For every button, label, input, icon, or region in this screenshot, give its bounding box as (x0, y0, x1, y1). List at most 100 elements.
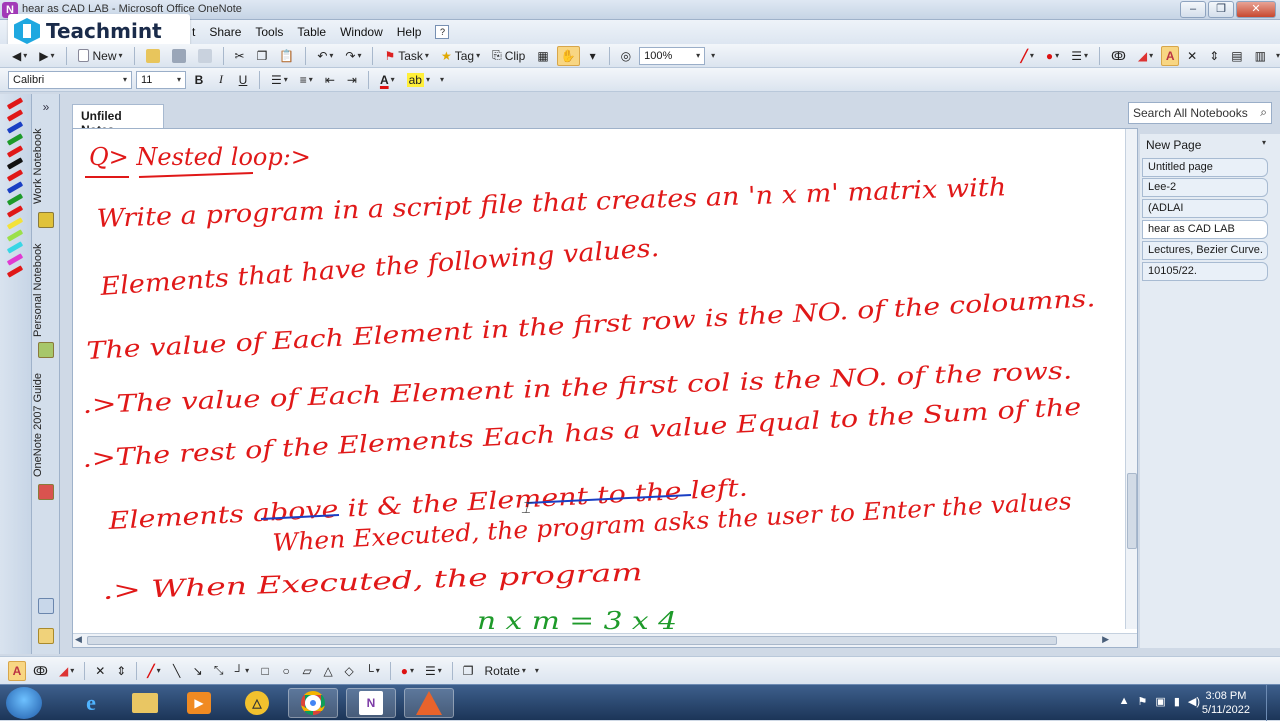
cyan-highlighter-icon[interactable] (6, 241, 24, 254)
toolbar-options-icon-2[interactable]: ▾ (1276, 51, 1280, 60)
toolbar-options-icon-3[interactable]: ▾ (440, 75, 444, 84)
diamond-icon[interactable]: ◇ (340, 661, 358, 681)
triangle-icon[interactable]: △ (319, 661, 337, 681)
underline-button[interactable]: U (234, 70, 252, 90)
tag-button[interactable]: ★ Tag ▾ (437, 46, 484, 66)
new-page-button[interactable]: New Page ▾ (1142, 136, 1270, 156)
color-palette-icon[interactable]: ● ▾ (397, 661, 418, 681)
paste-icon[interactable]: 📋 (275, 46, 298, 66)
minimize-button[interactable]: – (1180, 1, 1206, 18)
pan-icon[interactable]: ✋ (556, 45, 580, 66)
green-highlighter-icon[interactable] (6, 229, 24, 242)
notebook-tab-work[interactable]: Work Notebook (32, 124, 60, 208)
new-page-dropdown-icon[interactable]: ▾ (1262, 138, 1266, 154)
graph-icon[interactable]: └ ▾ (361, 661, 384, 681)
red-pen-icon[interactable] (6, 109, 24, 122)
show-desktop-button[interactable] (1266, 685, 1280, 721)
yellow-highlighter-icon[interactable] (6, 217, 24, 230)
eraser-icon[interactable]: ◢ ▾ (55, 661, 78, 681)
menu-format[interactable]: t (192, 25, 195, 39)
insert-space-icon[interactable]: ⇕ (1205, 46, 1223, 66)
file-explorer-icon[interactable] (120, 688, 170, 718)
green-pen-icon[interactable] (6, 133, 24, 146)
menu-share[interactable]: Share (209, 25, 241, 39)
numbering-icon[interactable]: ≡ ▾ (296, 70, 317, 90)
page-tab[interactable]: (ADLAI (1142, 199, 1268, 218)
decrease-indent-icon[interactable]: ⇤ (321, 70, 339, 90)
help-icon[interactable]: ? (435, 25, 450, 39)
print-icon[interactable] (168, 46, 190, 66)
insert-space-icon[interactable]: ⇕ (112, 661, 130, 681)
toolbar-options-icon-4[interactable]: ▾ (535, 666, 539, 675)
note-page[interactable]: Q> Nested loop:> Write a program in a sc… (72, 128, 1138, 648)
line-icon[interactable]: ╲ (168, 661, 186, 681)
pen-color-icon[interactable]: ╱ ▾ (1017, 46, 1038, 66)
bullets-icon[interactable]: ☰ ▾ (267, 70, 292, 90)
search-icon[interactable]: ⌕ (1260, 105, 1267, 120)
page-tab-selected[interactable]: hear as CAD LAB (1142, 220, 1268, 239)
red-pen-icon[interactable] (6, 145, 24, 158)
red-pen-icon[interactable] (6, 205, 24, 218)
page-tab[interactable]: Lee-2 (1142, 178, 1268, 197)
clip-button[interactable]: ⎘ Clip (488, 46, 529, 66)
page-tab[interactable]: Lectures, Bezier Curve. (1142, 241, 1268, 260)
chrome-icon[interactable] (288, 688, 338, 718)
media-player-icon[interactable]: ▶ (174, 688, 224, 718)
network-icon[interactable]: ▣ (1155, 695, 1165, 708)
scroll-right-icon[interactable]: ▶ (1102, 634, 1109, 645)
line-weight-icon[interactable]: ☰ ▾ (421, 661, 446, 681)
menu-window[interactable]: Window (340, 25, 383, 39)
back-icon[interactable]: ◀ ▾ (8, 46, 31, 66)
highlighter-icon[interactable]: ● ▾ (1042, 46, 1063, 66)
font-select[interactable]: Calibri ▾ (8, 70, 132, 89)
section-tab-unfiled-notes[interactable]: Unfiled Notes (72, 104, 164, 137)
volume-icon[interactable]: ◀) (1188, 695, 1200, 708)
rectangle-icon[interactable]: □ (256, 661, 274, 681)
arrow-icon[interactable]: ↘ (189, 661, 207, 681)
font-size-select[interactable]: 11 ▾ (136, 70, 186, 89)
horizontal-scroll-thumb[interactable] (87, 636, 1057, 645)
full-page-icon[interactable]: ▥ (1251, 46, 1270, 66)
red-pen-icon[interactable] (6, 169, 24, 182)
menu-tools[interactable]: Tools (255, 25, 283, 39)
new-button[interactable]: New ▾ (74, 46, 127, 66)
print-preview-icon[interactable] (194, 46, 216, 66)
delete-icon[interactable]: ✕ (1183, 46, 1201, 66)
clock[interactable]: 3:08 PM 5/11/2022 (1202, 689, 1250, 717)
notebook-tab-personal[interactable]: Personal Notebook (32, 238, 60, 342)
forward-icon[interactable]: ▶ ▾ (35, 46, 58, 66)
start-button[interactable] (6, 687, 42, 719)
zoom-select[interactable]: 100% ▾ (639, 46, 706, 65)
green-pen-icon[interactable] (6, 193, 24, 206)
signal-icon[interactable]: ▮ (1174, 695, 1180, 708)
tray-expand-icon[interactable]: ▲ (1119, 695, 1130, 708)
flag-icon[interactable]: ⚑ (1138, 695, 1148, 708)
highlight-color-icon[interactable]: ab ▾ (403, 70, 434, 90)
font-color-icon[interactable]: A ▾ (376, 70, 399, 90)
magenta-highlighter-icon[interactable] (6, 253, 24, 266)
italic-button[interactable]: I (212, 70, 230, 90)
insert-icon[interactable]: ▾ (584, 46, 602, 66)
parallelogram-icon[interactable]: ▱ (298, 661, 316, 681)
scroll-left-icon[interactable]: ◀ (75, 634, 82, 645)
cut-icon[interactable]: ✂ (231, 46, 249, 66)
notebook-list-icon[interactable] (38, 628, 54, 644)
notebook-tab-guide[interactable]: OneNote 2007 Guide (32, 370, 60, 480)
unfiled-notes-icon[interactable] (38, 598, 54, 614)
horizontal-scrollbar[interactable]: ◀ ▶ (73, 633, 1137, 647)
ink-to-text-icon[interactable]: A (8, 660, 26, 681)
internet-explorer-icon[interactable]: e (66, 688, 116, 718)
eraser-icon[interactable]: ◢ ▾ (1134, 46, 1157, 66)
increase-indent-icon[interactable]: ⇥ (343, 70, 361, 90)
research-icon[interactable]: ◎ (617, 46, 635, 66)
task-button[interactable]: ⚑ Task ▾ (380, 46, 432, 66)
vertical-scroll-thumb[interactable] (1127, 473, 1137, 549)
matlab-icon[interactable] (404, 688, 454, 718)
page-view-icon[interactable]: ▤ (1227, 46, 1246, 66)
lasso-icon[interactable]: ↂ (29, 661, 52, 681)
pen-color-icon[interactable]: ╱ ▾ (143, 661, 164, 681)
autocad-icon[interactable]: △ (232, 688, 282, 718)
line-weight-icon[interactable]: ☰ ▾ (1067, 46, 1092, 66)
close-button[interactable]: ✕ (1236, 1, 1276, 18)
open-icon[interactable] (142, 46, 164, 66)
